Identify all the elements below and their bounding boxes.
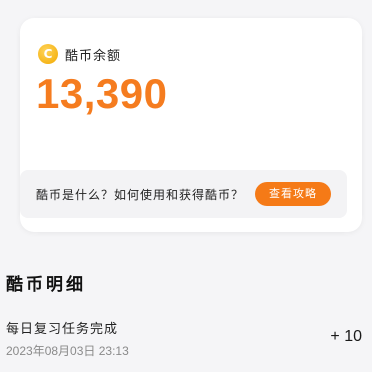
balance-header: C 酷币余额 <box>38 44 121 64</box>
help-question: 酷币是什么？如何使用和获得酷币？ <box>36 188 245 202</box>
balance-amount: 13,390 <box>36 70 168 117</box>
balance-label: 酷币余额 <box>65 48 122 64</box>
help-bar: 酷币是什么？如何使用和获得酷币？ 查看攻略 <box>20 170 347 218</box>
detail-item-title: 每日复习任务完成 <box>6 322 119 337</box>
detail-item-time: 2023年08月03日 23:13 <box>6 344 129 358</box>
list-item[interactable]: 每日复习任务完成 2023年08月03日 23:13 + 10 <box>0 312 372 372</box>
coin-icon: C <box>38 44 58 64</box>
view-guide-button[interactable]: 查看攻略 <box>255 182 331 206</box>
detail-item-value: + 10 <box>330 328 362 345</box>
balance-card: C 酷币余额 13,390 酷币是什么？如何使用和获得酷币？ 查看攻略 <box>20 18 362 232</box>
details-title: 酷币明细 <box>6 275 86 295</box>
page: C 酷币余额 13,390 酷币是什么？如何使用和获得酷币？ 查看攻略 酷币明细… <box>0 0 372 372</box>
